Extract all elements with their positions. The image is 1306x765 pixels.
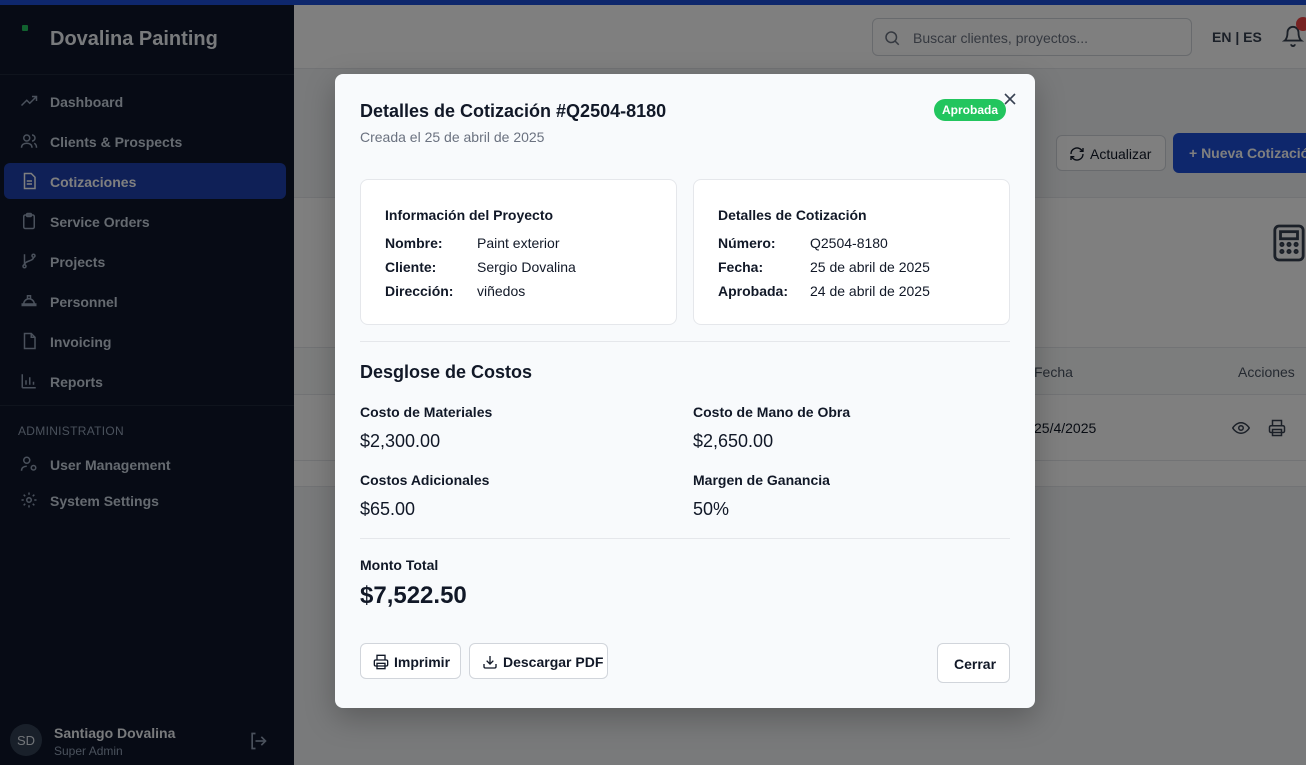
- total-amount-label: Monto Total: [360, 557, 439, 573]
- info-key: Nombre:: [385, 235, 443, 251]
- download-icon: [483, 656, 497, 669]
- additional-cost-label: Costos Adicionales: [360, 472, 490, 488]
- project-info-card: Información del Proyecto Nombre: Paint e…: [360, 179, 677, 325]
- cost-breakdown-title: Desglose de Costos: [360, 362, 533, 382]
- divider: [360, 341, 1010, 342]
- info-key: Número:: [718, 235, 776, 251]
- print-label: Imprimir: [394, 654, 451, 670]
- print-button[interactable]: Imprimir: [360, 643, 461, 679]
- info-value: Paint exterior: [477, 235, 560, 251]
- download-pdf-label: Descargar PDF: [503, 654, 604, 670]
- quote-details-modal: Detalles de Cotización #Q2504-8180 Cread…: [335, 74, 1035, 708]
- download-pdf-button[interactable]: Descargar PDF: [469, 643, 608, 679]
- info-key: Dirección:: [385, 283, 454, 299]
- project-info-title: Información del Proyecto: [385, 207, 554, 223]
- quote-info-title: Detalles de Cotización: [718, 207, 867, 223]
- info-value: Q2504-8180: [810, 235, 888, 251]
- close-button[interactable]: Cerrar: [937, 643, 1010, 683]
- printer-icon: [373, 654, 389, 670]
- profit-margin-value: 50%: [693, 499, 730, 519]
- info-key: Fecha:: [718, 259, 764, 275]
- total-amount-value: $7,522.50: [360, 582, 467, 609]
- labor-cost-value: $2,650.00: [693, 431, 774, 451]
- close-icon[interactable]: [1002, 91, 1018, 107]
- status-badge: Aprobada: [934, 99, 1007, 121]
- info-value: 24 de abril de 2025: [810, 283, 930, 299]
- info-key: Aprobada:: [718, 283, 788, 299]
- close-label: Cerrar: [954, 656, 997, 672]
- materials-cost-label: Costo de Materiales: [360, 404, 493, 420]
- modal-title: Detalles de Cotización #Q2504-8180: [360, 101, 667, 121]
- info-value: viñedos: [477, 283, 526, 299]
- modal-subtitle: Creada el 25 de abril de 2025: [360, 129, 545, 145]
- quote-info-card: Detalles de Cotización Número: Q2504-818…: [693, 179, 1010, 325]
- labor-cost-label: Costo de Mano de Obra: [693, 404, 851, 420]
- info-value: Sergio Dovalina: [477, 259, 576, 275]
- info-key: Cliente:: [385, 259, 437, 275]
- materials-cost-value: $2,300.00: [360, 431, 441, 451]
- additional-cost-value: $65.00: [360, 499, 416, 519]
- profit-margin-label: Margen de Ganancia: [693, 472, 830, 488]
- divider: [360, 538, 1010, 539]
- info-value: 25 de abril de 2025: [810, 259, 930, 275]
